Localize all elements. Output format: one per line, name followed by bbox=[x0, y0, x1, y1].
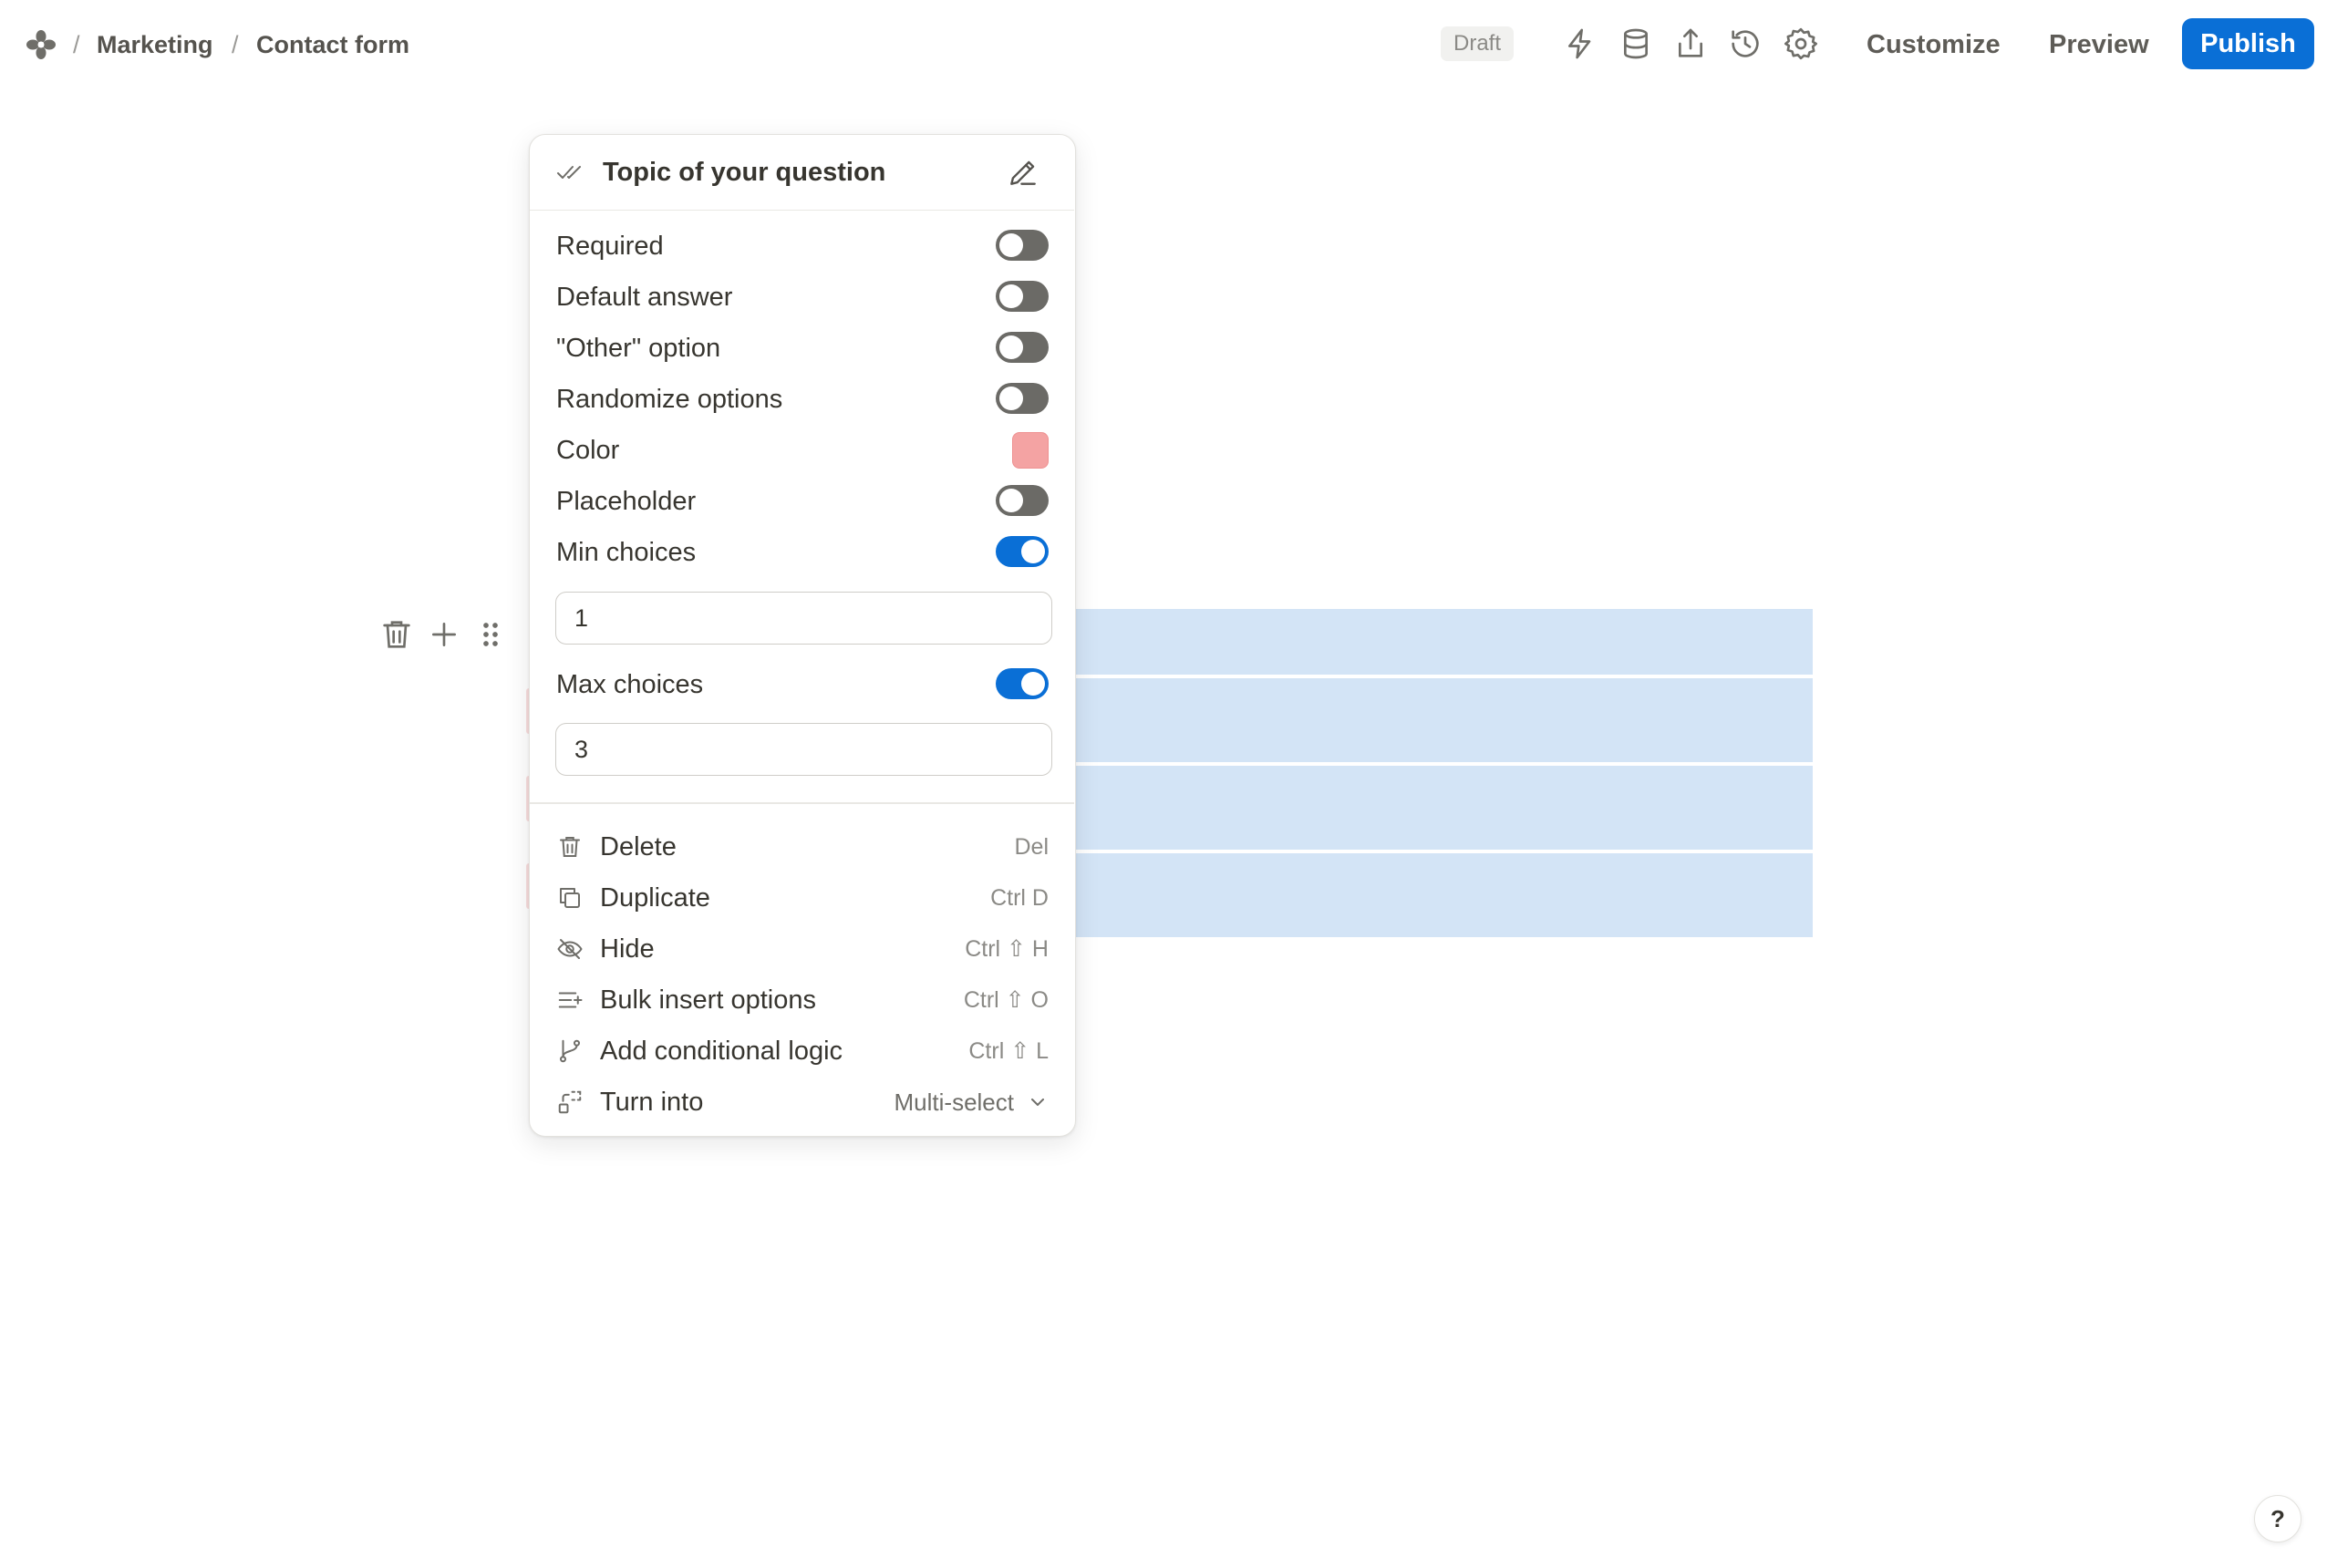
menu-divider bbox=[530, 802, 1074, 804]
max-choices-input[interactable] bbox=[555, 723, 1052, 776]
selected-option-row[interactable] bbox=[1076, 609, 1813, 675]
option-min-choices: Min choices bbox=[556, 527, 1049, 578]
duplicate-icon bbox=[556, 884, 584, 912]
database-icon[interactable] bbox=[1618, 26, 1654, 62]
field-settings-popup: Topic of your question Required Default … bbox=[529, 134, 1076, 1137]
menu-item-label: Add conditional logic bbox=[600, 1037, 843, 1066]
toggle-knob bbox=[1021, 672, 1045, 696]
option-label: Color bbox=[556, 436, 620, 465]
min-choices-toggle[interactable] bbox=[996, 536, 1049, 567]
add-block-icon[interactable] bbox=[426, 616, 462, 653]
trash-icon[interactable] bbox=[378, 616, 415, 653]
chevron-down-icon bbox=[1027, 1091, 1049, 1113]
toggle-knob bbox=[999, 387, 1023, 410]
option-label: Randomize options bbox=[556, 385, 783, 414]
min-choices-input[interactable] bbox=[555, 592, 1052, 645]
history-icon[interactable] bbox=[1727, 26, 1763, 62]
menu-item-shortcut: Ctrl ⇧ L bbox=[968, 1038, 1049, 1064]
option-label: Required bbox=[556, 232, 664, 261]
option-label: Placeholder bbox=[556, 487, 697, 516]
option-randomize: Randomize options bbox=[556, 374, 1049, 425]
option-label: Min choices bbox=[556, 538, 697, 567]
menu-item-shortcut: Ctrl ⇧ O bbox=[963, 987, 1049, 1013]
trash-icon bbox=[556, 833, 584, 861]
option-max-choices: Max choices bbox=[556, 659, 1049, 710]
default-answer-toggle[interactable] bbox=[996, 281, 1049, 312]
menu-item-turn-into[interactable]: Turn into Multi-select bbox=[556, 1077, 1049, 1128]
gear-icon[interactable] bbox=[1783, 26, 1819, 62]
max-choices-toggle[interactable] bbox=[996, 668, 1049, 699]
turn-into-value: Multi-select bbox=[894, 1088, 1014, 1116]
menu-item-label: Duplicate bbox=[600, 883, 710, 913]
eye-off-icon bbox=[556, 935, 584, 963]
randomize-options-toggle[interactable] bbox=[996, 383, 1049, 414]
double-check-icon bbox=[555, 160, 584, 184]
field-title: Topic of your question bbox=[603, 158, 886, 187]
menu-item-bulk-insert[interactable]: Bulk insert options Ctrl ⇧ O bbox=[556, 975, 1049, 1026]
selected-option-row[interactable] bbox=[1076, 853, 1813, 937]
option-label: Default answer bbox=[556, 283, 733, 312]
workspace-logo-icon[interactable] bbox=[26, 29, 57, 60]
drag-handle-icon[interactable] bbox=[472, 616, 509, 653]
color-swatch[interactable] bbox=[1012, 432, 1049, 469]
lightning-icon[interactable] bbox=[1562, 26, 1598, 62]
required-toggle[interactable] bbox=[996, 230, 1049, 261]
breadcrumb-item-marketing[interactable]: Marketing bbox=[97, 0, 213, 89]
option-placeholder: Placeholder bbox=[556, 476, 1049, 527]
option-label: "Other" option bbox=[556, 334, 721, 363]
other-option-toggle[interactable] bbox=[996, 332, 1049, 363]
menu-item-duplicate[interactable]: Duplicate Ctrl D bbox=[556, 872, 1049, 923]
placeholder-toggle[interactable] bbox=[996, 485, 1049, 516]
publish-button[interactable]: Publish bbox=[2182, 18, 2314, 69]
menu-item-shortcut: Ctrl ⇧ H bbox=[965, 936, 1049, 962]
menu-item-delete[interactable]: Delete Del bbox=[556, 821, 1049, 872]
selected-option-row[interactable] bbox=[1076, 766, 1813, 850]
menu-item-label: Bulk insert options bbox=[600, 985, 816, 1015]
selected-option-row[interactable] bbox=[1076, 678, 1813, 762]
menu-item-conditional-logic[interactable]: Add conditional logic Ctrl ⇧ L bbox=[556, 1026, 1049, 1077]
option-label: Max choices bbox=[556, 670, 704, 699]
preview-button[interactable]: Preview bbox=[2049, 20, 2149, 69]
toggle-knob bbox=[999, 489, 1023, 512]
status-badge: Draft bbox=[1441, 26, 1515, 61]
bulk-insert-icon bbox=[556, 986, 584, 1014]
menu-item-label: Turn into bbox=[600, 1088, 704, 1117]
toggle-knob bbox=[999, 284, 1023, 308]
branch-icon bbox=[556, 1037, 584, 1065]
share-icon[interactable] bbox=[1672, 26, 1709, 62]
option-other: "Other" option bbox=[556, 323, 1049, 374]
toggle-knob bbox=[1021, 540, 1045, 563]
toggle-knob bbox=[999, 335, 1023, 359]
menu-item-label: Hide bbox=[600, 934, 655, 964]
top-bar: / Marketing / Contact form Draft Customi… bbox=[0, 0, 2327, 89]
breadcrumb-item-contact-form[interactable]: Contact form bbox=[256, 0, 409, 89]
menu-item-hide[interactable]: Hide Ctrl ⇧ H bbox=[556, 923, 1049, 975]
menu-item-shortcut: Del bbox=[1014, 834, 1049, 860]
toggle-knob bbox=[999, 233, 1023, 257]
breadcrumb-separator: / bbox=[73, 31, 80, 58]
breadcrumb-separator: / bbox=[232, 31, 239, 58]
customize-button[interactable]: Customize bbox=[1867, 20, 2001, 69]
menu-item-label: Delete bbox=[600, 832, 677, 861]
help-button[interactable]: ? bbox=[2254, 1495, 2301, 1542]
option-color: Color bbox=[556, 425, 1049, 476]
option-required: Required bbox=[556, 221, 1049, 272]
popup-header: Topic of your question bbox=[530, 135, 1074, 211]
menu-item-shortcut: Ctrl D bbox=[990, 885, 1049, 911]
pencil-icon[interactable] bbox=[1006, 155, 1040, 190]
turn-into-icon bbox=[556, 1088, 584, 1116]
option-default-answer: Default answer bbox=[556, 272, 1049, 323]
